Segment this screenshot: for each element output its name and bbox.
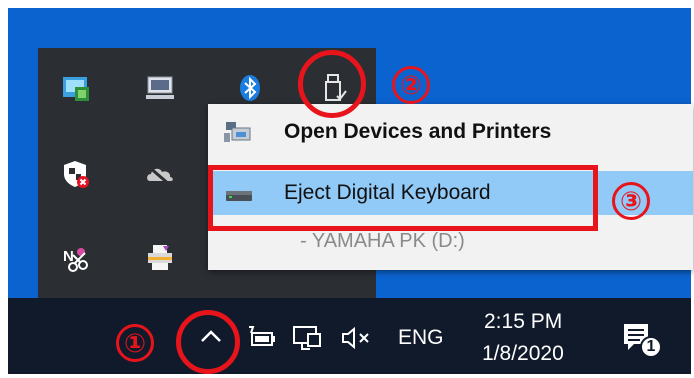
annotation-step-3: ③ [612,182,650,220]
windows-security-alert-icon[interactable] [58,156,94,192]
taskbar: ENG 2:15 PM 1/8/2020 1 [8,298,691,374]
annotation-rect-eject-item [208,165,598,231]
network-computer-icon[interactable] [58,70,94,106]
bluetooth-icon[interactable] [232,70,268,106]
clock-time[interactable]: 2:15 PM [484,310,562,334]
onenote-clip-icon[interactable]: N [58,240,94,276]
volume-muted-icon[interactable] [340,326,374,355]
onedrive-icon[interactable] [142,156,178,192]
action-center-icon[interactable]: 1 [620,320,662,360]
annotation-circle-usb-icon [298,50,366,118]
annotation-circle-show-hidden-icons [176,310,240,374]
printer-stack-icon[interactable] [142,240,178,276]
network-icon[interactable] [292,324,324,357]
laptop-display-icon[interactable] [142,70,178,106]
annotation-step-1: ① [116,324,154,362]
menu-item-open-devices-printers[interactable]: Open Devices and Printers [208,110,693,154]
menu-sub-item-yamaha-drive: - YAMAHA PK (D:) [300,230,465,252]
menu-item-label: Open Devices and Printers [284,120,552,143]
language-indicator[interactable]: ENG [398,326,444,350]
notification-count-badge: 1 [640,336,662,358]
devices-printers-icon [224,120,254,144]
annotation-step-2: ② [392,66,430,104]
clock-date[interactable]: 1/8/2020 [482,342,564,366]
battery-icon[interactable] [246,324,276,355]
